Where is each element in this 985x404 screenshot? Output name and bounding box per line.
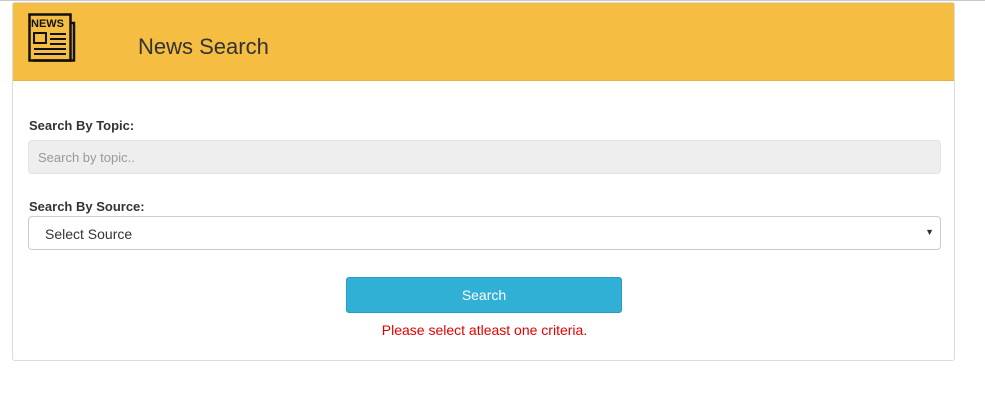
news-search-panel: NEWS News Search Search By Topic: Search… (12, 2, 955, 361)
newspaper-icon: NEWS (28, 13, 76, 62)
panel-header: NEWS News Search (13, 3, 954, 81)
page-title: News Search (138, 34, 269, 59)
error-message: Please select atleast one criteria. (381, 322, 588, 338)
source-select[interactable]: Select Source ▼ (28, 216, 941, 250)
topic-search-input[interactable] (28, 140, 941, 174)
caret-down-icon: ▼ (925, 227, 934, 237)
top-border (0, 0, 985, 1)
svg-text:NEWS: NEWS (31, 18, 64, 30)
source-select-value: Select Source (45, 226, 133, 242)
search-button[interactable]: Search (346, 277, 622, 313)
topic-label: Search By Topic: (29, 118, 135, 133)
source-label: Search By Source: (29, 199, 145, 214)
